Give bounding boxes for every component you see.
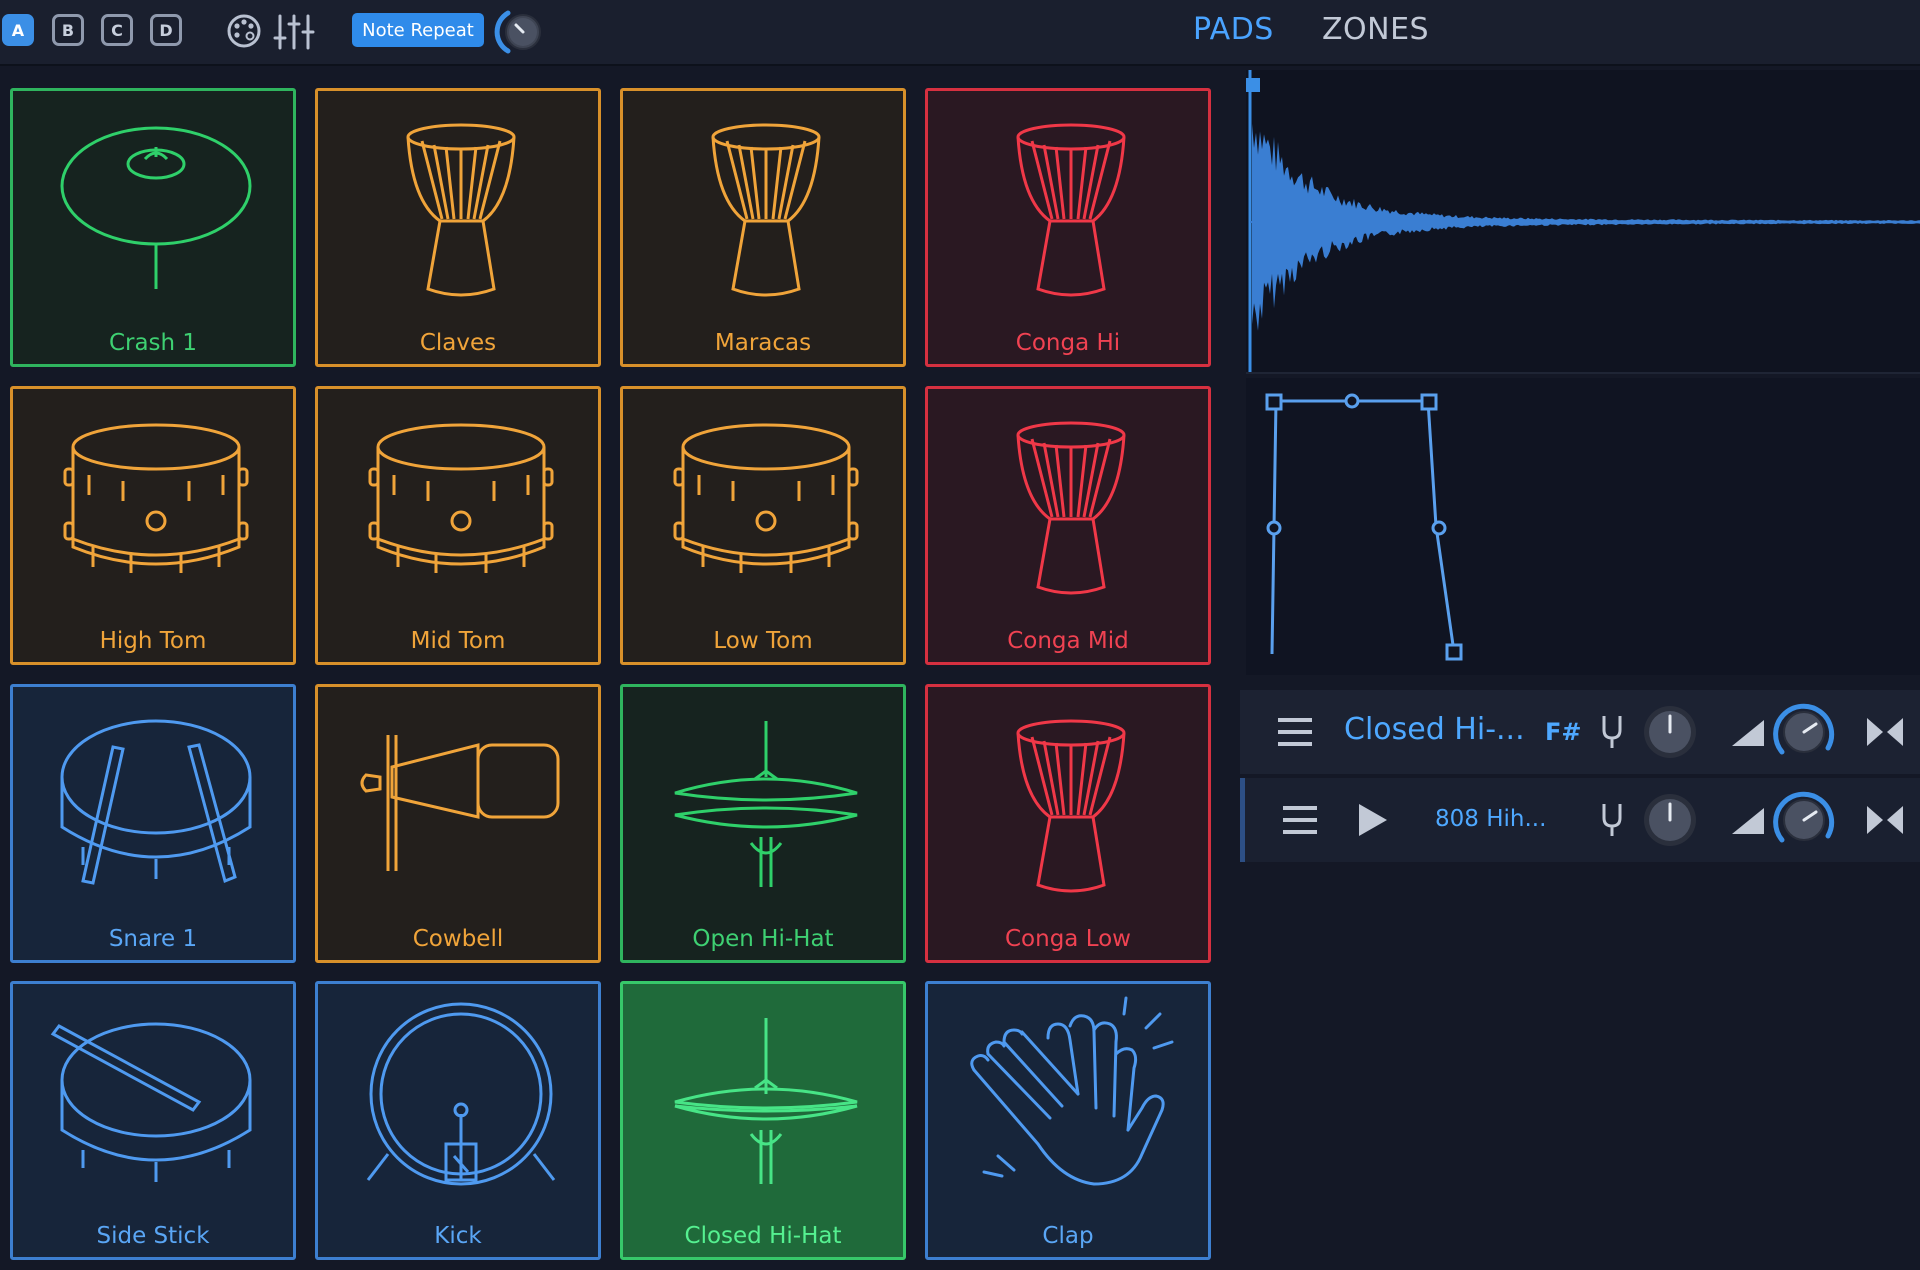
bank-d-label: D [159,20,173,40]
tom-drum-icon [368,423,554,573]
pad-crash-1[interactable]: Crash 1 [10,88,296,367]
conga-icon [1016,123,1126,297]
pad-label: Claves [419,330,497,356]
tune-knob[interactable] [1640,790,1700,850]
snare-drum-icon [60,719,252,885]
pad-conga-low[interactable]: Conga Low [925,684,1211,963]
pad-label: Mid Tom [410,628,506,654]
layer-root-note[interactable]: F# [1545,718,1582,746]
layer-row[interactable]: Closed Hi-... F# [1240,690,1920,774]
tune-knob[interactable] [1640,702,1700,762]
envelope-decay-curve-node[interactable] [1431,520,1447,536]
kick-drum-icon [366,1002,556,1186]
mixer-sliders-icon[interactable] [272,12,316,52]
cowbell-icon [360,735,560,871]
pad-label: Snare 1 [108,926,198,952]
pad-label: Crash 1 [108,330,198,356]
layer-name[interactable]: 808 Hih... [1435,806,1546,832]
closed-hihat-icon [674,1018,858,1184]
pad-low-tom[interactable]: Low Tom [620,386,906,665]
volume-ramp-icon [1732,720,1764,746]
bank-d-button[interactable]: D [150,14,182,46]
pad-mid-tom[interactable]: Mid Tom [315,386,601,665]
tab-zones[interactable]: ZONES [1322,12,1429,47]
pad-label: Open Hi-Hat [692,926,834,952]
top-toolbar: A B C D Note Repeat PADS ZONES [0,0,1920,66]
pad-kick[interactable]: Kick [315,981,601,1260]
pad-label: Conga Low [1004,926,1131,952]
play-icon[interactable] [1357,802,1389,838]
layer-row[interactable]: 808 Hih... [1240,778,1920,862]
conga-icon [1016,421,1126,595]
note-repeat-button[interactable]: Note Repeat [352,13,484,47]
bank-c-button[interactable]: C [101,14,133,46]
hamburger-menu-icon[interactable] [1281,804,1319,836]
pad-maracas[interactable]: Maracas [620,88,906,367]
note-repeat-rate-knob[interactable] [494,5,552,59]
pan-icon [1867,806,1903,834]
envelope-graphic [1265,393,1463,661]
tom-drum-icon [63,423,249,573]
pad-conga-hi[interactable]: Conga Hi [925,88,1211,367]
waveform-display[interactable] [1246,70,1920,374]
tom-drum-icon [673,423,859,573]
bank-b-button[interactable]: B [52,14,84,46]
pad-side-stick[interactable]: Side Stick [10,981,296,1260]
envelope-hold-node[interactable] [1344,393,1360,409]
conga-icon [1016,719,1126,893]
tuning-fork-icon [1602,804,1622,836]
pad-label: Kick [434,1223,482,1249]
volume-knob[interactable] [1770,786,1838,854]
pad-clap[interactable]: Clap [925,981,1211,1260]
pan-icon [1867,718,1903,746]
pad-label: Clap [1042,1223,1094,1249]
pad-conga-mid[interactable]: Conga Mid [925,386,1211,665]
envelope-decay-node[interactable] [1420,393,1438,411]
pad-label: Closed Hi-Hat [684,1223,842,1249]
pad-cowbell[interactable]: Cowbell [315,684,601,963]
side-stick-icon [50,1022,252,1182]
volume-knob[interactable] [1770,698,1838,766]
djembe-icon [711,123,821,297]
hamburger-menu-icon[interactable] [1276,716,1314,748]
pad-claves[interactable]: Claves [315,88,601,367]
sample-start-marker-icon [1246,78,1260,92]
open-hihat-icon [674,721,858,887]
palette-icon[interactable] [224,12,264,50]
pad-high-tom[interactable]: High Tom [10,386,296,665]
clap-hands-icon [970,996,1174,1186]
tab-pads[interactable]: PADS [1193,12,1274,47]
bank-c-label: C [111,20,123,40]
pad-label: Conga Mid [1007,628,1129,654]
bank-a-label: A [11,20,25,40]
pad-open-hihat[interactable]: Open Hi-Hat [620,684,906,963]
bank-a-button[interactable]: A [2,14,34,46]
pad-label: Maracas [714,330,812,356]
envelope-attack-node[interactable] [1265,393,1283,411]
crash-cymbal-icon [60,126,252,289]
envelope-release-node[interactable] [1445,643,1463,661]
pad-label: High Tom [99,628,207,654]
amp-envelope-editor[interactable] [1246,378,1920,675]
volume-ramp-icon [1732,808,1764,834]
tuning-fork-icon [1602,716,1622,748]
pad-snare-1[interactable]: Snare 1 [10,684,296,963]
envelope-attack-curve-node[interactable] [1266,520,1282,536]
pad-label: Cowbell [412,926,504,952]
pad-label: Conga Hi [1015,330,1121,356]
pad-label: Low Tom [713,628,813,654]
layer-list-empty-area [1240,866,1920,1270]
djembe-icon [406,123,516,297]
bank-b-label: B [61,20,75,40]
layer-name[interactable]: Closed Hi-... [1344,712,1525,747]
waveform-graphic [1246,70,1920,372]
pad-label: Side Stick [96,1223,210,1249]
pad-closed-hihat[interactable]: Closed Hi-Hat [620,981,906,1260]
